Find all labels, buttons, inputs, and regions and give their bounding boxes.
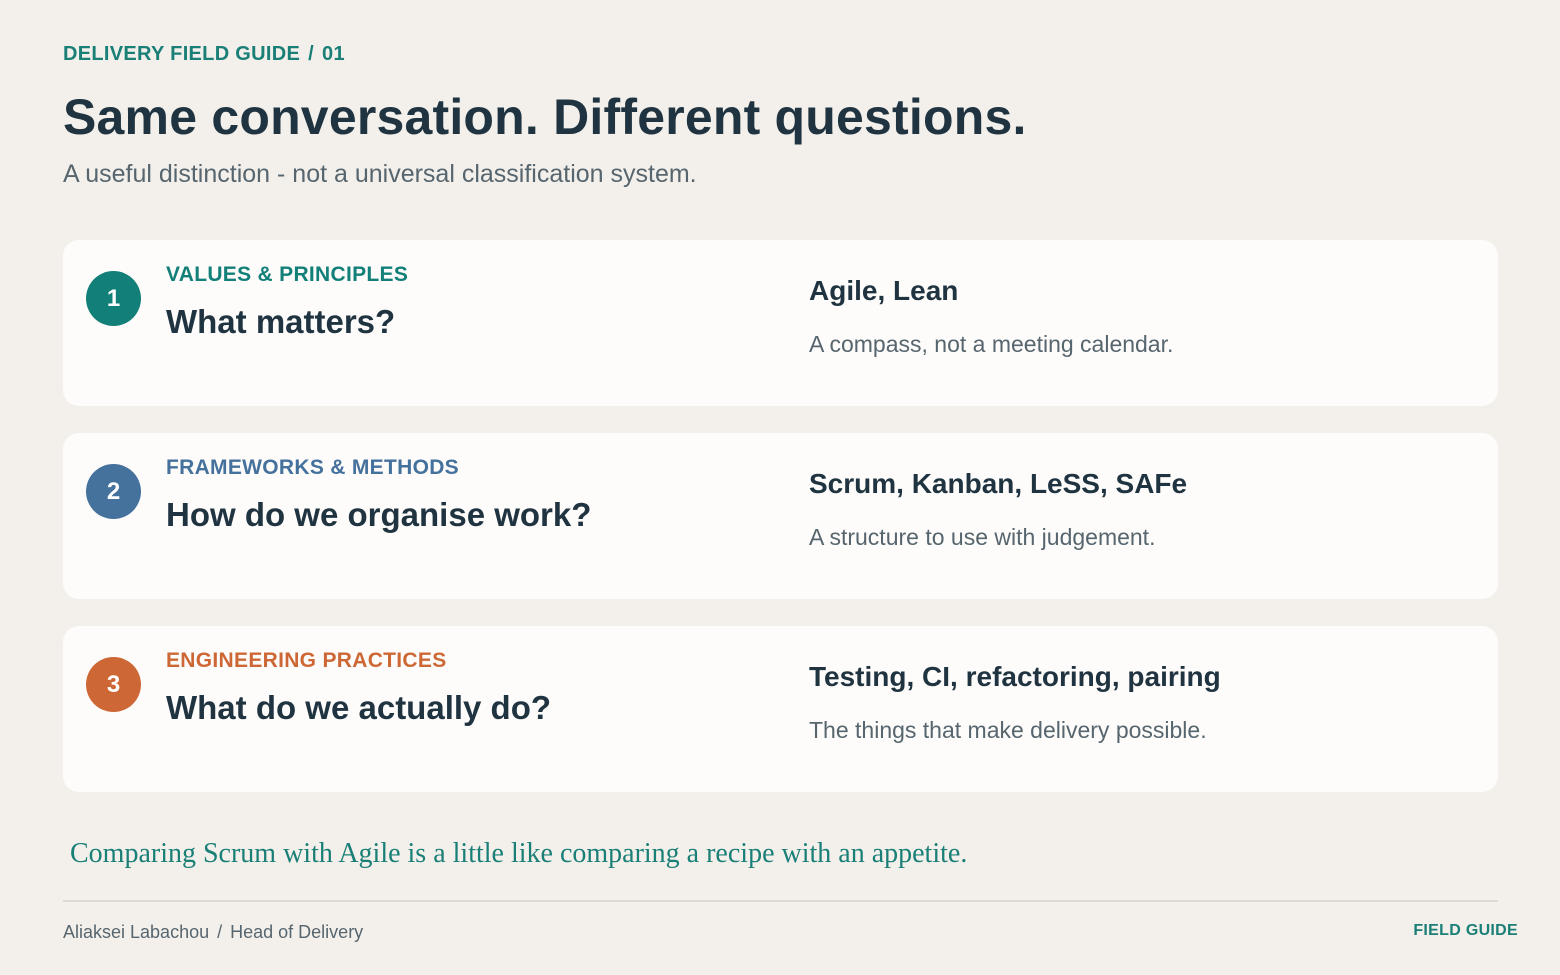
page-title: Same conversation. Different questions. (63, 89, 1027, 145)
author-name: Aliaksei Labachou (63, 922, 210, 942)
field-guide-page: DELIVERY FIELD GUIDE / 01 Same conversatio… (63, 0, 1518, 975)
card-engineering-practices: 3 ENGINEERING PRACTICES What do we actua… (63, 626, 1498, 792)
footer-divider (63, 900, 1498, 902)
card-frameworks-methods: 2 FRAMEWORKS & METHODS How do we organis… (63, 433, 1498, 599)
card-number-badge: 3 (86, 657, 141, 712)
author-separator: / (217, 922, 223, 942)
eyebrow-title: DELIVERY FIELD GUIDE (63, 43, 301, 65)
pull-quote: Comparing Scrum with Agile is a little l… (70, 838, 968, 869)
page-subtitle: A useful distinction - not a universal c… (63, 160, 697, 188)
card-examples: Scrum, Kanban, LeSS, SAFe (809, 468, 1188, 499)
footer-brand: FIELD GUIDE (1413, 922, 1518, 939)
card-examples: Agile, Lean (809, 275, 959, 306)
eyebrow-separator: / (308, 43, 315, 65)
card-number-badge: 1 (86, 271, 141, 326)
card-question: What matters? (166, 303, 396, 340)
eyebrow: DELIVERY FIELD GUIDE / 01 (63, 43, 345, 66)
card-category: FRAMEWORKS & METHODS (166, 456, 459, 479)
author-role: Head of Delivery (230, 922, 364, 942)
card-examples: Testing, CI, refactoring, pairing (809, 661, 1221, 692)
card-category: ENGINEERING PRACTICES (166, 649, 447, 672)
card-question: What do we actually do? (166, 689, 552, 726)
card-note: A compass, not a meeting calendar. (809, 331, 1174, 357)
card-number-badge: 2 (86, 464, 141, 519)
eyebrow-number: 01 (322, 43, 345, 65)
footer-author: Aliaksei Labachou / Head of Delivery (63, 922, 363, 943)
card-note: A structure to use with judgement. (809, 524, 1156, 550)
card-category: VALUES & PRINCIPLES (166, 263, 409, 286)
card-note: The things that make delivery possible. (809, 717, 1207, 743)
card-values-principles: 1 VALUES & PRINCIPLES What matters? Agil… (63, 240, 1498, 406)
card-question: How do we organise work? (166, 496, 592, 533)
